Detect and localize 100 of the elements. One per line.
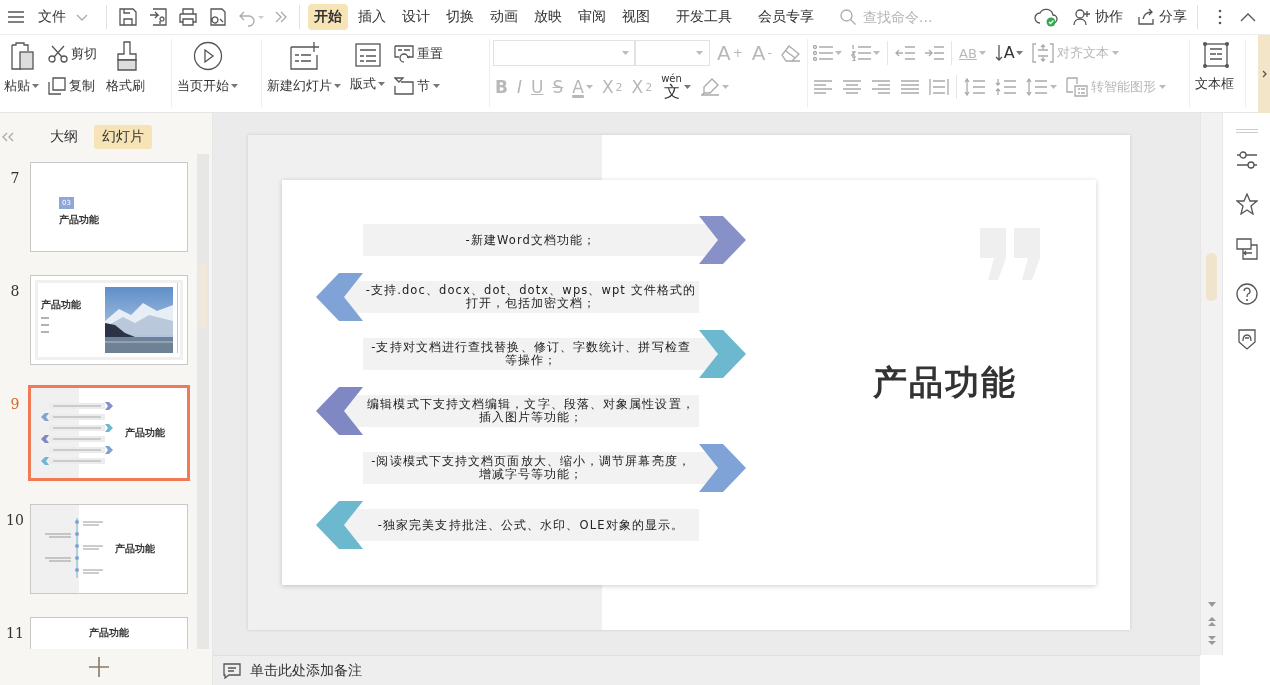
- slide-thumbnail[interactable]: 产品功能: [30, 275, 188, 365]
- paste-button[interactable]: 粘贴: [2, 39, 41, 97]
- menu-tab[interactable]: 放映: [528, 4, 568, 30]
- slide-title: 产品功能: [89, 626, 129, 640]
- text-box-button[interactable]: 文本框: [1193, 39, 1238, 95]
- phonetic-guide-button[interactable]: 文 wén: [659, 74, 693, 100]
- align-right-icon[interactable]: [871, 79, 891, 95]
- layout-button[interactable]: 版式: [348, 39, 387, 95]
- copy-icon: [48, 77, 66, 95]
- help-icon[interactable]: [1235, 283, 1258, 305]
- ribbon-expander[interactable]: [1258, 35, 1270, 113]
- star-icon[interactable]: [1235, 193, 1258, 215]
- scrollbar-thumb[interactable]: [1206, 253, 1217, 301]
- caret-icon: [585, 85, 593, 89]
- collapse-icon[interactable]: [2, 132, 14, 142]
- cloud-sync-icon[interactable]: [1034, 7, 1058, 27]
- layout-icon: [353, 41, 382, 69]
- caret-icon: [1159, 85, 1166, 89]
- slide-number: 7: [9, 169, 21, 186]
- new-slide-icon: [289, 41, 319, 71]
- justify-icon[interactable]: [900, 79, 920, 95]
- reset-button[interactable]: 重置: [392, 39, 445, 69]
- menu-icon[interactable]: [8, 10, 24, 24]
- preview-icon[interactable]: [208, 7, 228, 27]
- font-name-field[interactable]: [493, 40, 636, 66]
- slide-number: 8: [9, 282, 21, 299]
- slide-title: 产品功能: [59, 213, 99, 227]
- eraser-icon[interactable]: [780, 44, 801, 62]
- feature-text: -独家完美支持批注、公式、水印、OLE对象的显示。: [363, 509, 699, 541]
- share-button[interactable]: 分享: [1133, 4, 1191, 30]
- menu-tab[interactable]: 审阅: [572, 4, 612, 30]
- format-painter-button[interactable]: 格式刷: [104, 39, 149, 97]
- text-direction-button[interactable]: A: [992, 44, 1025, 62]
- line-spacing-icon[interactable]: [964, 78, 986, 96]
- copy-button[interactable]: 复制: [46, 71, 99, 101]
- menu-tab[interactable]: 开发工具: [670, 4, 738, 30]
- feature-text: -新建Word文档功能；: [363, 224, 699, 256]
- kebab-menu-icon[interactable]: [1218, 9, 1222, 25]
- page-down-icon[interactable]: [1208, 636, 1216, 645]
- slide-title: 产品功能: [41, 298, 82, 312]
- menu-tab[interactable]: 会员专享: [752, 4, 820, 30]
- caret-icon: [1111, 51, 1119, 55]
- cut-button[interactable]: 剪切: [46, 39, 99, 69]
- caret-icon: [721, 85, 729, 89]
- feature-text: -支持对文档进行查找替换、修订、字数统计、拼写检查等操作；: [363, 338, 699, 370]
- menu-tab[interactable]: 插入: [352, 4, 392, 30]
- export-icon[interactable]: [148, 7, 168, 27]
- collaborate-button[interactable]: 协作: [1069, 4, 1127, 30]
- menu-tab[interactable]: 切换: [440, 4, 480, 30]
- chevron-up-icon[interactable]: [1240, 12, 1256, 22]
- caret-icon: [873, 51, 880, 55]
- font-size-field[interactable]: [634, 40, 710, 66]
- slide-title: 产品功能: [125, 426, 165, 440]
- increase-indent-icon[interactable]: [924, 45, 944, 61]
- panel-tab[interactable]: 大纲: [42, 125, 86, 149]
- decrease-indent-icon[interactable]: [895, 45, 915, 61]
- align-center-icon[interactable]: [842, 79, 862, 95]
- slide-thumbnail[interactable]: 产品功能: [30, 504, 188, 594]
- paragraph-spacing-icon[interactable]: [995, 78, 1017, 96]
- notes-placeholder[interactable]: 单击此处添加备注: [250, 661, 362, 680]
- bullet-list-icon: [813, 45, 833, 61]
- save-icon[interactable]: [118, 7, 138, 27]
- caret-icon: [683, 85, 691, 89]
- caret-icon: [334, 84, 341, 88]
- menu-tab[interactable]: 视图: [616, 4, 656, 30]
- share-icon: [1137, 8, 1155, 26]
- slide-thumbnail[interactable]: 产品功能: [28, 385, 190, 481]
- caret-icon: [433, 84, 440, 88]
- panel-tab[interactable]: 幻灯片: [94, 125, 152, 149]
- numbered-list-button[interactable]: [849, 45, 882, 61]
- numbered-list-icon: [851, 45, 871, 61]
- add-slide-icon[interactable]: [89, 657, 109, 677]
- distribute-icon[interactable]: [929, 79, 949, 95]
- spacing-options-button[interactable]: [1024, 78, 1059, 96]
- search-icon: [840, 9, 856, 25]
- menu-tab[interactable]: 动画: [484, 4, 524, 30]
- play-from-current-button[interactable]: 当页开始: [175, 39, 240, 97]
- print-icon[interactable]: [178, 7, 198, 27]
- section-button[interactable]: 节: [392, 71, 445, 101]
- slide-title: 产品功能: [872, 360, 1017, 404]
- sliders-icon[interactable]: [1235, 150, 1258, 170]
- scroll-down-icon[interactable]: [1208, 602, 1216, 607]
- menu-tab[interactable]: 设计: [396, 4, 436, 30]
- chevron-right-icon: [1261, 70, 1267, 78]
- slide-thumbnail[interactable]: 产品功能: [30, 617, 188, 649]
- badge-icon[interactable]: [1235, 328, 1258, 350]
- caret-icon: [32, 84, 39, 88]
- transition-icon[interactable]: [1235, 238, 1258, 260]
- align-left-icon[interactable]: [813, 79, 833, 95]
- new-slide-button[interactable]: 新建幻灯片: [265, 39, 343, 97]
- page-up-icon[interactable]: [1208, 617, 1216, 626]
- menu-tab[interactable]: 开始: [308, 4, 348, 30]
- file-menu[interactable]: 文件: [34, 4, 92, 30]
- scissors-icon: [48, 45, 68, 63]
- bullet-list-button[interactable]: [811, 45, 844, 61]
- more-icon[interactable]: [274, 11, 288, 23]
- search-field[interactable]: 查找命令...: [840, 8, 990, 26]
- caret-icon: [835, 51, 842, 55]
- notes-icon[interactable]: [223, 662, 241, 679]
- reset-icon: [394, 45, 414, 63]
